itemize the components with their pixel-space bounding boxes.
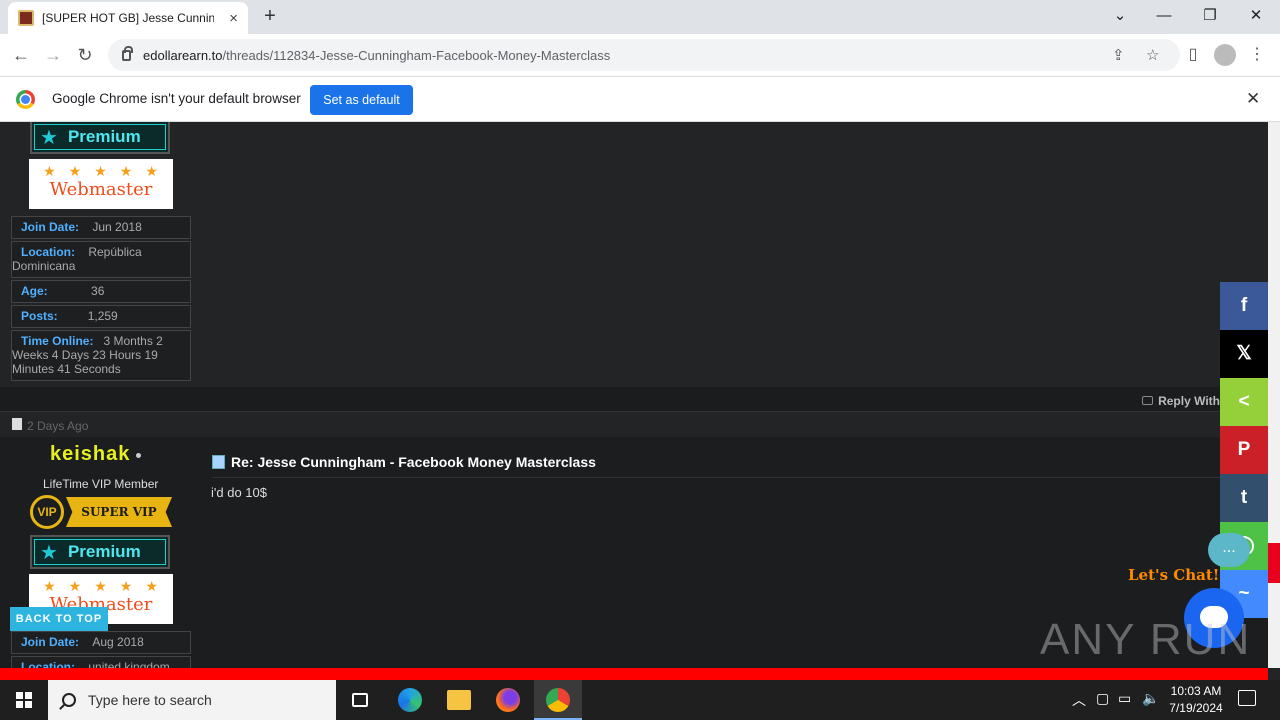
premium-badge: ★ Premium <box>30 122 170 154</box>
share-tumblr-button[interactable]: t <box>1220 474 1268 522</box>
address-bar[interactable]: edollarearn.to/threads/112834-Jesse-Cunn… <box>108 39 1180 71</box>
tray-chevron-icon[interactable]: ︿ <box>1072 690 1086 710</box>
tab-title: [SUPER HOT GB] Jesse Cunningh <box>42 11 214 25</box>
menu-kebab-icon[interactable]: ⋮ <box>1244 42 1270 68</box>
premium-badge: ★ Premium <box>30 535 170 569</box>
star-icon: ★ <box>40 541 58 564</box>
taskbar-file-explorer[interactable] <box>435 680 483 720</box>
webmaster-badge: ★★★★★ Webmaster <box>29 159 173 209</box>
browser-toolbar: ← → ↻ edollarearn.to/threads/112834-Jess… <box>0 34 1280 76</box>
taskbar-edge[interactable] <box>386 680 434 720</box>
post-footer: Reply With <box>0 387 1268 412</box>
taskbar-firefox[interactable] <box>484 680 532 720</box>
back-to-top-button[interactable]: BACK TO TOP <box>10 607 108 631</box>
chrome-logo-icon <box>16 90 35 109</box>
username-link[interactable]: keishak <box>50 443 130 466</box>
tab-search-chevron-icon[interactable]: ⌄ <box>1106 3 1134 29</box>
chrome-icon <box>546 688 570 712</box>
infobar-message: Google Chrome isn't your default browser <box>52 91 301 106</box>
taskbar-chrome[interactable] <box>534 680 582 720</box>
clock-date: 7/19/2024 <box>1169 701 1223 715</box>
infobar-close-icon[interactable]: ✕ <box>1246 89 1260 109</box>
super-vip-badge: VIP SUPER VIP <box>30 493 172 531</box>
edge-icon <box>398 688 422 712</box>
post-body: i'd do 10$ <box>211 485 267 500</box>
location-box: Location: República Dominicana <box>11 241 191 278</box>
share-facebook-button[interactable]: f <box>1220 282 1268 330</box>
side-panel-icon[interactable]: ▯ <box>1180 42 1206 68</box>
bookmark-star-icon[interactable]: ☆ <box>1146 46 1159 64</box>
firefox-icon <box>496 688 520 712</box>
url-path: /threads/112834-Jesse-Cunningham-Faceboo… <box>222 47 611 63</box>
post-title: Re: Jesse Cunningham - Facebook Money Ma… <box>212 454 596 470</box>
forum-page: ★ Premium ★★★★★ Webmaster Join Date: Jun… <box>0 122 1268 668</box>
taskbar-clock[interactable]: 10:03 AM 7/19/2024 <box>1166 683 1226 717</box>
share-pinterest-button[interactable]: P <box>1220 426 1268 474</box>
location-box: Location: united kingdom <box>11 656 191 668</box>
clock-time: 10:03 AM <box>1170 684 1222 698</box>
age-box: Age: 36 <box>11 280 191 303</box>
rating-stars-icon: ★★★★★ <box>43 163 171 179</box>
star-icon: ★ <box>40 126 58 149</box>
minimize-button[interactable]: — <box>1150 3 1178 29</box>
join-date-box: Join Date: Aug 2018 <box>11 631 191 654</box>
rating-stars-icon: ★★★★★ <box>43 578 171 594</box>
url-host: edollarearn.to <box>143 47 223 63</box>
join-date-box: Join Date: Jun 2018 <box>11 216 191 239</box>
site-favicon-icon <box>18 10 34 26</box>
tray-device-icon[interactable]: ▢ <box>1096 690 1109 707</box>
share-page-icon[interactable]: ⇪ <box>1112 46 1125 64</box>
search-icon <box>62 693 76 707</box>
time-online-box: Time Online: 3 Months 2 Weeks 4 Days 23 … <box>11 330 191 381</box>
reload-icon[interactable]: ↻ <box>72 42 98 68</box>
task-view-button[interactable] <box>336 680 384 720</box>
back-arrow-icon[interactable]: ← <box>8 42 34 68</box>
network-icon[interactable]: ▭ <box>1118 690 1131 707</box>
user-title: LifeTime VIP Member <box>43 477 159 491</box>
document-icon <box>212 455 225 469</box>
page-scrollbar[interactable] <box>1268 122 1280 668</box>
posts-box: Posts: 1,259 <box>11 305 191 328</box>
close-window-button[interactable]: ✕ <box>1242 3 1270 29</box>
new-tab-button[interactable]: + <box>258 4 282 28</box>
reply-with-quote-button[interactable]: Reply With <box>1142 394 1220 408</box>
restore-button[interactable]: ❐ <box>1196 3 1224 29</box>
notification-icon[interactable] <box>1238 690 1256 706</box>
tab-close-icon[interactable]: × <box>229 10 238 27</box>
tab-strip: [SUPER HOT GB] Jesse Cunningh × + ⌄ — ❐ … <box>0 0 1280 34</box>
post-date: 2 Days Ago <box>27 419 89 433</box>
search-placeholder: Type here to search <box>88 692 212 708</box>
folder-icon <box>447 690 471 710</box>
windows-logo-icon <box>16 692 32 708</box>
lets-chat-label: Let's Chat! <box>1128 566 1220 584</box>
task-view-icon <box>352 693 368 707</box>
start-button[interactable] <box>0 680 48 720</box>
default-browser-infobar: Google Chrome isn't your default browser… <box>0 76 1280 122</box>
share-sharethis-button[interactable]: < <box>1220 378 1268 426</box>
divider <box>212 477 1252 478</box>
set-as-default-button[interactable]: Set as default <box>310 85 413 115</box>
reply-icon <box>1142 396 1154 405</box>
windows-taskbar: Type here to search ︿ ▢ ▭ 🔈 10:03 AM 7/1… <box>0 680 1280 720</box>
post-date-row: 2 Days Ago <box>0 413 1268 437</box>
share-x-button[interactable]: 𝕏 <box>1220 330 1268 378</box>
profile-avatar[interactable] <box>1212 42 1238 68</box>
chat-preview-bubble[interactable]: ... <box>1208 533 1250 567</box>
browser-tab[interactable]: [SUPER HOT GB] Jesse Cunningh × <box>8 2 248 34</box>
recording-border <box>0 668 1268 680</box>
lock-icon <box>122 45 133 61</box>
online-status-icon <box>136 453 141 458</box>
anyrun-watermark: ANY RUN <box>1040 615 1252 664</box>
taskbar-search[interactable]: Type here to search <box>48 680 336 720</box>
forward-arrow-icon[interactable]: → <box>40 42 66 68</box>
share-edge-accent <box>1268 543 1280 583</box>
volume-icon[interactable]: 🔈 <box>1142 690 1159 707</box>
post-icon <box>12 418 22 430</box>
